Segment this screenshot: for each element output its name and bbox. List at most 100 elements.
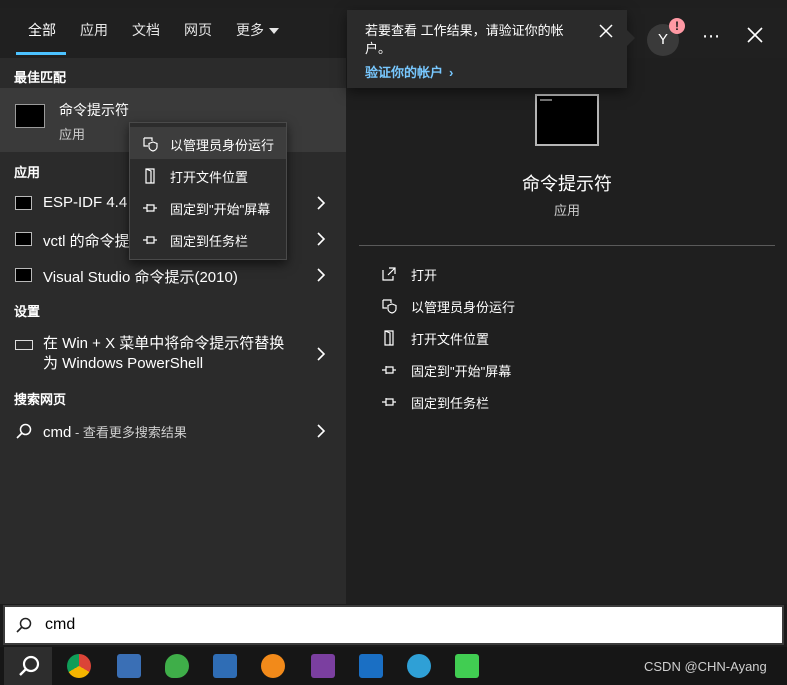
web-search-suffix: - 查看更多搜索结果 [71,425,187,440]
close-icon[interactable] [746,26,764,44]
tab-more-label: 更多 [236,22,264,38]
taskbar-remote-desktop[interactable] [104,647,152,685]
outlook-icon [359,654,383,678]
action-label: 以管理员身份运行 [411,300,516,315]
browser-icon [407,654,431,678]
detail-subtitle: 应用 [553,203,580,218]
open-icon [382,267,396,281]
folder-icon [145,168,155,184]
console-app-icon [15,268,32,282]
taskbar-calculator[interactable] [200,647,248,685]
divider [359,245,775,246]
action-open-file-location[interactable]: 打开文件位置 [381,326,761,350]
setting-item[interactable]: 在 Win + X 菜单中将命令提示符替换为 Windows PowerShel… [0,330,346,378]
chevron-right-icon[interactable] [314,423,328,439]
context-pin-to-taskbar[interactable]: 固定到任务栏 [130,223,286,255]
pin-icon [143,236,157,244]
tab-web[interactable]: 网页 [184,20,212,40]
console-app-icon [15,232,32,246]
magnifier-tool-icon [261,654,285,678]
start-search-panel: 全部 应用 文档 网页 更多 Y ! ⋯ 最佳匹配 命令提示符 应用 应用 ES… [0,0,787,604]
context-item-label: 固定到任务栏 [170,234,249,249]
action-label: 打开 [411,268,438,283]
taskbar-chrome[interactable] [54,647,102,685]
tab-documents[interactable]: 文档 [132,20,160,40]
context-open-file-location[interactable]: 打开文件位置 [130,159,286,191]
web-search-header: 搜索网页 [14,392,67,407]
taskbar: CSDN @CHN-Ayang [0,647,787,685]
taskbar-outlook[interactable] [346,647,394,685]
action-open[interactable]: 打开 [381,262,761,286]
clover-icon [165,654,189,678]
more-options-icon[interactable]: ⋯ [702,26,721,47]
tab-more[interactable]: 更多 [236,20,279,40]
taskbar-onenote[interactable] [298,647,346,685]
shield-icon [143,137,158,152]
notification-message: 若要查看 工作结果，请验证你的帐户。 [365,23,564,56]
chevron-right-icon[interactable] [314,346,328,362]
action-pin-to-taskbar[interactable]: 固定到任务栏 [381,390,761,414]
web-search-query: cmd [43,424,72,441]
qt-icon [455,654,479,678]
taskbar-browser[interactable] [394,647,442,685]
search-input[interactable] [45,614,745,636]
action-label: 打开文件位置 [411,332,490,347]
web-search-label: cmd - 查看更多搜索结果 [43,422,187,441]
search-box[interactable] [3,605,784,645]
action-run-as-admin[interactable]: 以管理员身份运行 [381,294,761,318]
detail-pane: 命令提示符 应用 打开 以管理员身份运行 打开文件位置 固定到"开始"屏幕 固定… [359,90,775,604]
console-app-icon [15,196,32,210]
watermark: CSDN @CHN-Ayang [644,659,767,674]
context-item-label: 打开文件位置 [170,170,249,185]
list-item[interactable]: Visual Studio 命令提示(2010) [0,259,346,291]
tab-apps[interactable]: 应用 [80,20,108,40]
calculator-icon [213,654,237,678]
chevron-right-icon[interactable] [314,231,328,247]
chevron-right-icon[interactable] [314,195,328,211]
apps-header: 应用 [14,165,41,180]
detail-title: 命令提示符 [522,174,612,194]
best-match-title: 命令提示符 [59,102,129,118]
account-notification: 若要查看 工作结果，请验证你的帐户。 验证你的帐户 › [347,10,635,88]
pin-icon [143,204,157,212]
context-run-as-admin[interactable]: 以管理员身份运行 [130,127,286,159]
taskbar-search-tool[interactable] [248,647,296,685]
taskbar-search-button[interactable] [4,647,52,685]
close-icon[interactable] [599,24,613,38]
active-tab-indicator [16,52,66,55]
pin-icon [382,366,396,374]
folder-icon [384,330,394,346]
chrome-icon [67,654,91,678]
context-menu: 以管理员身份运行 打开文件位置 固定到"开始"屏幕 固定到任务栏 [129,122,287,260]
app-label: Visual Studio 命令提示(2010) [43,269,238,286]
search-icon [19,655,40,676]
web-search-item[interactable]: cmd - 查看更多搜索结果 [0,415,346,447]
settings-icon [15,340,33,350]
command-prompt-icon [15,104,45,128]
verify-account-label: 验证你的帐户 [365,65,444,80]
alert-badge-icon: ! [669,18,685,34]
context-pin-to-start[interactable]: 固定到"开始"屏幕 [130,191,286,223]
taskbar-qt-creator[interactable] [442,647,490,685]
search-icon [16,617,32,633]
caret-down-icon [269,28,279,35]
setting-label: 在 Win + X 菜单中将命令提示符替换为 Windows PowerShel… [43,335,285,372]
chevron-right-icon[interactable] [314,267,328,283]
taskbar-clover-app[interactable] [152,647,200,685]
best-match-header: 最佳匹配 [14,70,67,85]
shield-icon [382,299,397,314]
command-prompt-icon [535,94,599,146]
search-icon [16,423,32,439]
pin-icon [382,398,396,406]
context-item-label: 以管理员身份运行 [170,138,275,153]
chevron-right-icon: › [449,65,454,80]
context-item-label: 固定到"开始"屏幕 [170,202,271,217]
settings-header: 设置 [14,304,41,319]
verify-account-link[interactable]: 验证你的帐户 › [365,62,453,81]
action-label: 固定到"开始"屏幕 [411,364,512,379]
action-pin-to-start[interactable]: 固定到"开始"屏幕 [381,358,761,382]
onenote-icon [311,654,335,678]
best-match-subtitle: 应用 [59,127,86,142]
tab-all[interactable]: 全部 [28,20,56,40]
remote-desktop-icon [117,654,141,678]
